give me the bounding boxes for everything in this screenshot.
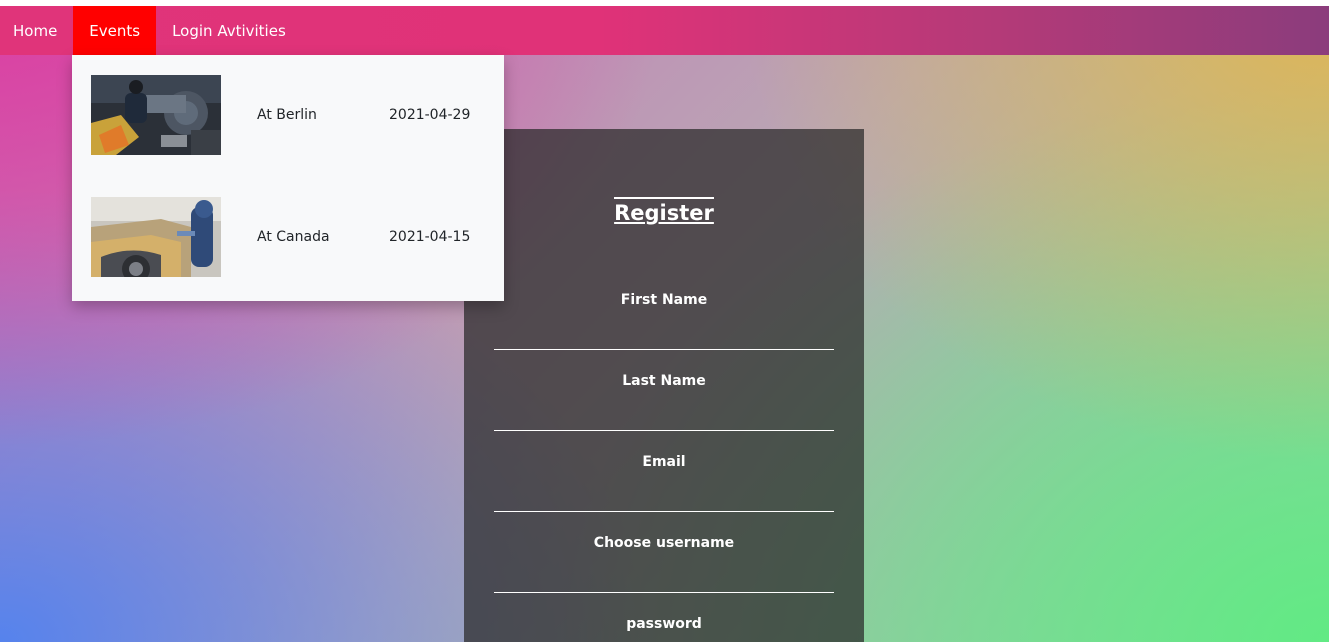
register-title: Register bbox=[464, 197, 864, 225]
nav-home-link[interactable]: Home bbox=[0, 6, 73, 55]
event-date: 2021-04-15 bbox=[389, 229, 471, 245]
nav-events-link[interactable]: Events bbox=[73, 6, 157, 55]
page: Home Events Login Avtivities At Berlin 2… bbox=[0, 0, 1329, 642]
navbar: Home Events Login Avtivities bbox=[0, 6, 1329, 55]
username-label: Choose username bbox=[593, 535, 735, 551]
nav-login-activities-link[interactable]: Login Avtivities bbox=[156, 6, 302, 55]
register-title-text: Register bbox=[614, 197, 714, 225]
event-location: At Canada bbox=[257, 229, 330, 245]
username-input[interactable] bbox=[494, 592, 834, 593]
event-item[interactable]: At Berlin 2021-04-29 bbox=[72, 75, 504, 155]
event-thumbnail bbox=[91, 197, 221, 277]
register-card: Register First Name Last Name Email Choo… bbox=[464, 129, 864, 642]
email-input[interactable] bbox=[494, 511, 834, 512]
event-item[interactable]: At Canada 2021-04-15 bbox=[72, 197, 504, 277]
event-thumbnail bbox=[91, 75, 221, 155]
event-date: 2021-04-29 bbox=[389, 107, 471, 123]
first-name-label: First Name bbox=[620, 292, 708, 308]
email-label: Email bbox=[642, 454, 686, 470]
last-name-label: Last Name bbox=[622, 373, 706, 389]
password-label: password bbox=[626, 616, 702, 632]
last-name-input[interactable] bbox=[494, 430, 834, 431]
events-dropdown: At Berlin 2021-04-29 At Canada 2021-04-1… bbox=[72, 55, 504, 301]
event-location: At Berlin bbox=[257, 107, 317, 123]
first-name-input[interactable] bbox=[494, 349, 834, 350]
